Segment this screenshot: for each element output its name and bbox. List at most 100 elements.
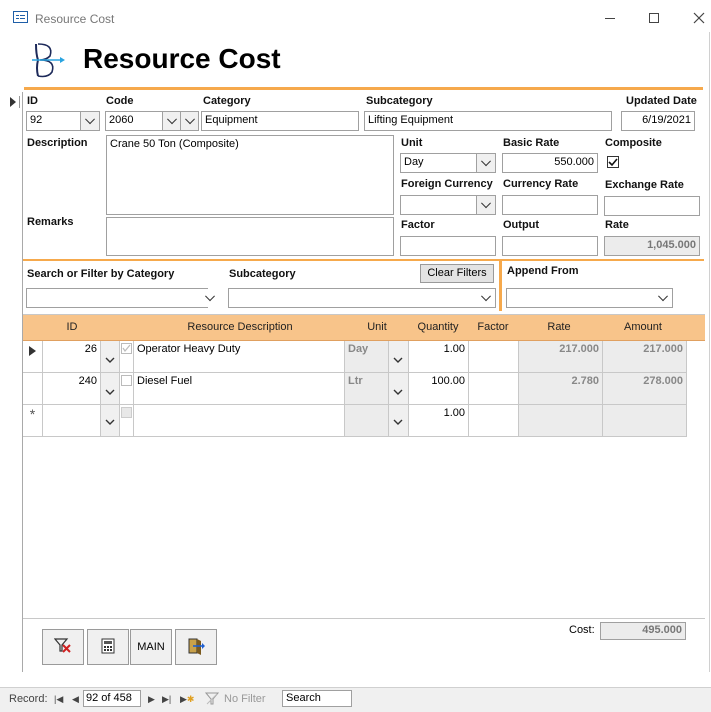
exchange-rate-label: Exchange Rate [605, 179, 684, 191]
new-row-factor[interactable] [469, 405, 519, 437]
filter-subcategory-field[interactable] [228, 288, 496, 308]
id-dropdown-button[interactable] [80, 111, 100, 131]
record-selector-icon[interactable] [9, 96, 20, 108]
filter-remove-icon [53, 637, 72, 657]
row-unit[interactable]: Day [345, 341, 389, 373]
row-rate: 217.000 [519, 341, 603, 373]
rate-label: Rate [605, 219, 629, 231]
description-label: Description [27, 137, 88, 149]
currency-rate-label: Currency Rate [503, 178, 579, 190]
output-label: Output [503, 219, 540, 231]
row-id[interactable]: 26 [43, 341, 101, 373]
filter-subcategory-label: Subcategory [229, 268, 296, 280]
window-border [709, 32, 710, 672]
row-amount: 217.000 [603, 341, 687, 373]
minimize-icon[interactable] [605, 18, 615, 19]
code-secondary-dropdown-button[interactable] [180, 111, 199, 131]
row-description[interactable]: Operator Heavy Duty [134, 341, 345, 373]
row-factor[interactable] [469, 373, 519, 405]
code-field[interactable]: 2060 [105, 111, 163, 131]
filter-divider-top [23, 259, 704, 261]
foreign-currency-label: Foreign Currency [401, 178, 493, 190]
filter-category-dropdown-button[interactable] [201, 289, 219, 307]
rate-field: 1,045.000 [604, 236, 700, 256]
row-selector[interactable] [23, 341, 43, 373]
code-dropdown-button[interactable] [162, 111, 181, 131]
new-table-row[interactable]: * 1.00 [23, 405, 705, 437]
row-checkbox[interactable] [120, 341, 134, 373]
new-row-description[interactable] [134, 405, 345, 437]
calculator-button[interactable] [87, 629, 129, 665]
row-quantity[interactable]: 100.00 [409, 373, 469, 405]
form-icon [13, 11, 28, 23]
composite-checkbox[interactable] [607, 156, 619, 168]
factor-field[interactable] [400, 236, 496, 256]
window-title: Resource Cost [35, 12, 115, 26]
remarks-field[interactable] [106, 217, 394, 256]
row-unit-dropdown-button[interactable] [389, 373, 409, 405]
subform: ID Resource Description Unit Quantity Fa… [23, 314, 705, 619]
table-row[interactable]: 240 Diesel Fuel Ltr 100.00 2.780 278.000 [23, 373, 705, 405]
unit-field[interactable]: Day [400, 153, 477, 173]
row-factor[interactable] [469, 341, 519, 373]
last-record-icon[interactable]: ▶| [162, 694, 171, 705]
currency-rate-field[interactable] [502, 195, 598, 215]
main-button[interactable]: MAIN [130, 629, 172, 665]
title-bar: Resource Cost [0, 0, 711, 32]
basic-rate-field[interactable]: 550.000 [502, 153, 598, 173]
new-row-unit[interactable] [345, 405, 389, 437]
new-record-icon[interactable]: ▶✱ [180, 694, 194, 705]
description-field[interactable]: Crane 50 Ton (Composite) [106, 135, 394, 215]
append-from-field[interactable] [506, 288, 673, 308]
grid-header: ID Resource Description Unit Quantity Fa… [23, 315, 705, 341]
record-position-field[interactable]: 92 of 458 [83, 690, 141, 707]
row-unit-dropdown-button[interactable] [389, 341, 409, 373]
unit-dropdown-button[interactable] [476, 153, 496, 173]
exchange-rate-field[interactable] [604, 196, 700, 216]
clear-filter-button[interactable] [42, 629, 84, 665]
main-button-label: MAIN [137, 641, 165, 653]
output-field[interactable] [502, 236, 598, 256]
next-record-icon[interactable]: ▶ [148, 694, 155, 705]
row-selector[interactable] [23, 373, 43, 405]
id-field[interactable]: 92 [26, 111, 81, 131]
row-id-dropdown-button[interactable] [101, 341, 120, 373]
row-unit[interactable]: Ltr [345, 373, 389, 405]
new-row-id-dropdown-button[interactable] [101, 405, 120, 437]
foreign-currency-dropdown-button[interactable] [476, 195, 496, 215]
new-row-unit-dropdown-button[interactable] [389, 405, 409, 437]
filter-category-label: Search or Filter by Category [27, 268, 175, 280]
row-rate: 2.780 [519, 373, 603, 405]
previous-record-icon[interactable]: ◀ [72, 694, 79, 705]
first-record-icon[interactable]: |◀ [54, 694, 63, 705]
foreign-currency-field[interactable] [400, 195, 477, 215]
calculator-icon [101, 638, 115, 657]
append-from-dropdown-button[interactable] [654, 289, 672, 307]
new-row-asterisk-icon: * [23, 405, 43, 437]
row-amount: 278.000 [603, 373, 687, 405]
exit-button[interactable] [175, 629, 217, 665]
category-field[interactable]: Equipment [201, 111, 359, 131]
new-row-quantity[interactable]: 1.00 [409, 405, 469, 437]
row-quantity[interactable]: 1.00 [409, 341, 469, 373]
page-title: Resource Cost [83, 43, 281, 74]
search-input[interactable]: Search [282, 690, 352, 707]
factor-label: Factor [401, 219, 435, 231]
new-row-id[interactable] [43, 405, 101, 437]
filter-subcategory-dropdown-button[interactable] [477, 289, 495, 307]
updated-date-field[interactable]: 6/19/2021 [621, 111, 695, 131]
row-checkbox[interactable] [120, 373, 134, 405]
row-id-dropdown-button[interactable] [101, 373, 120, 405]
record-label: Record: [9, 693, 48, 705]
filter-status[interactable]: No Filter [224, 693, 266, 705]
maximize-icon[interactable] [649, 13, 659, 23]
subcategory-field[interactable]: Lifting Equipment [364, 111, 612, 131]
new-row-checkbox[interactable] [120, 405, 134, 437]
row-id[interactable]: 240 [43, 373, 101, 405]
clear-filters-button[interactable]: Clear Filters [420, 264, 494, 283]
close-icon[interactable] [693, 12, 705, 24]
exit-door-icon [187, 637, 205, 658]
filter-category-field[interactable] [26, 288, 208, 308]
row-description[interactable]: Diesel Fuel [134, 373, 345, 405]
table-row[interactable]: 26 Operator Heavy Duty Day 1.00 217.000 … [23, 341, 705, 373]
